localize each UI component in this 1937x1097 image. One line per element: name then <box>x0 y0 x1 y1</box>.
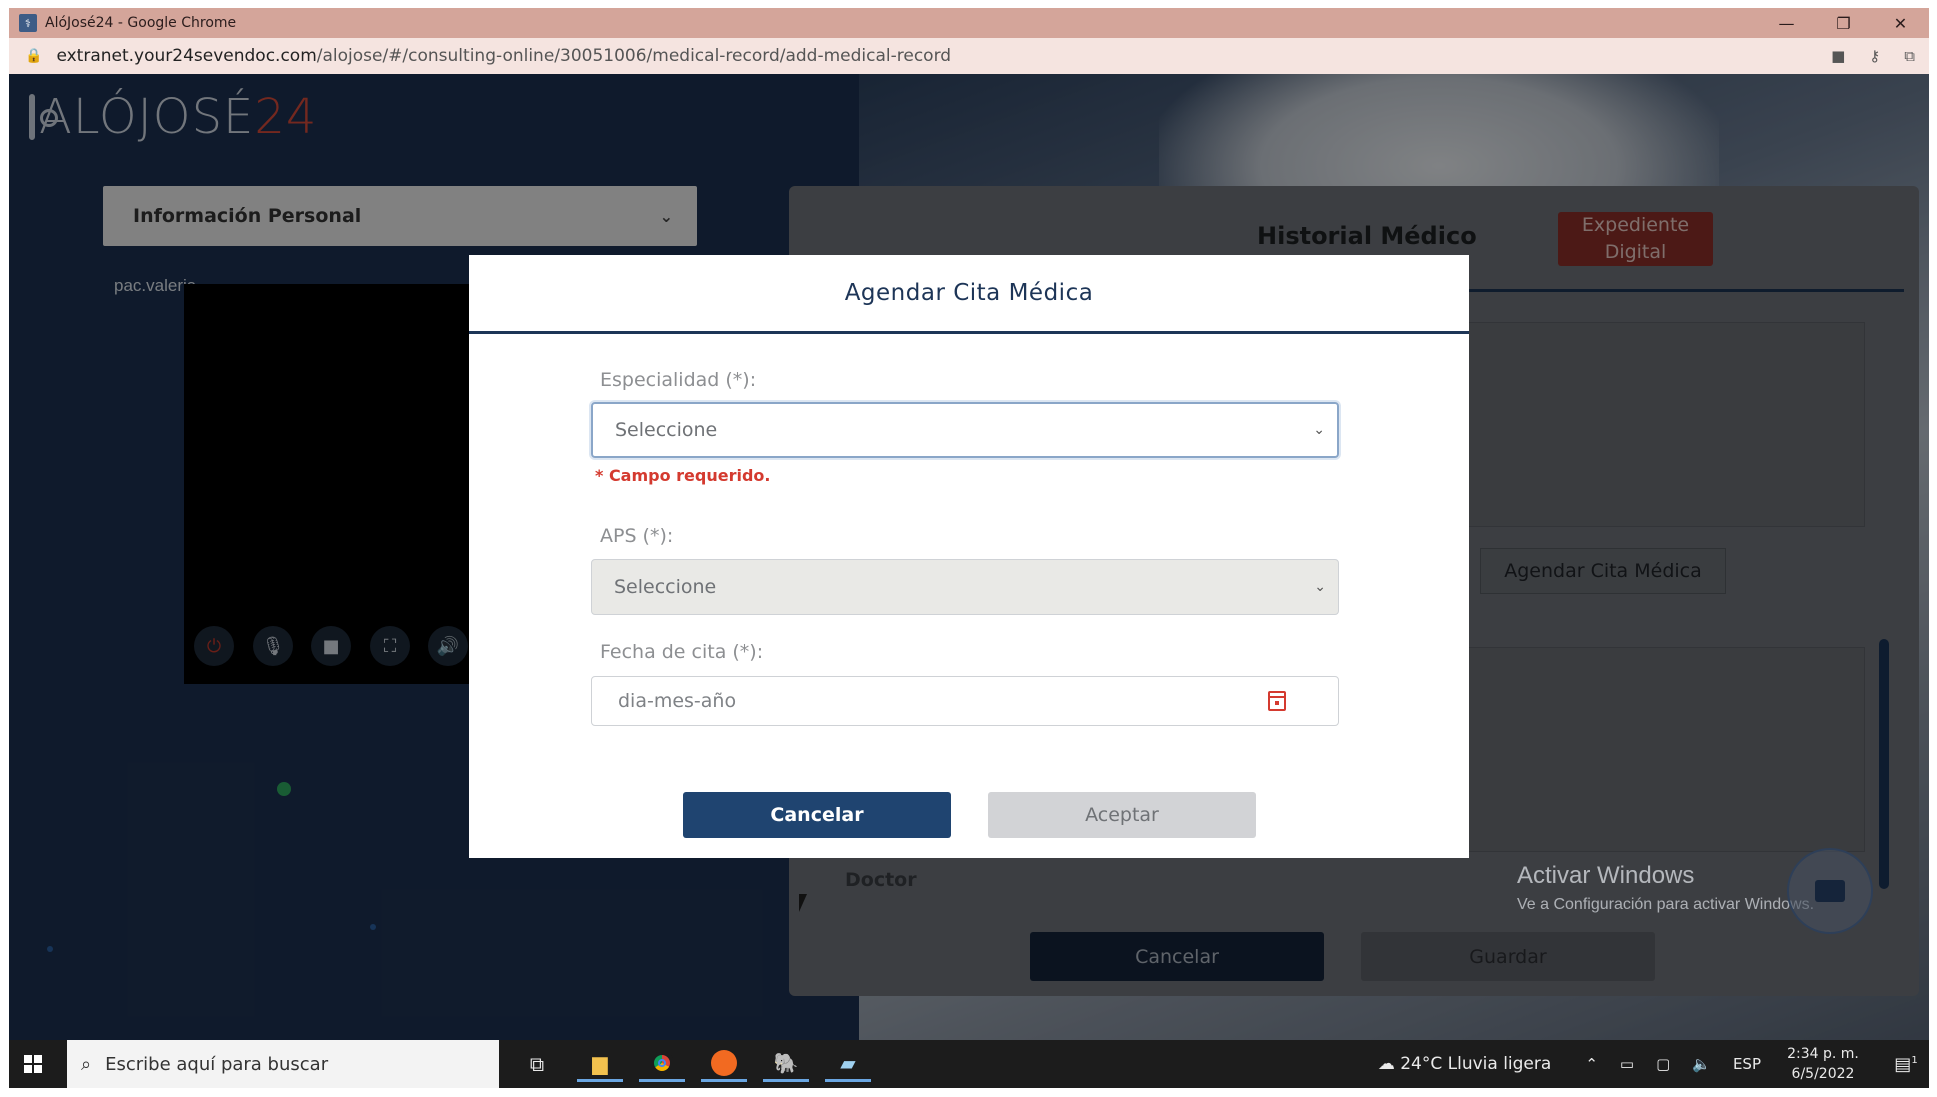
specialty-label: Especialidad (*): <box>600 369 757 391</box>
network-icon[interactable]: ▢ <box>1656 1055 1670 1073</box>
modal-cancel-button[interactable]: Cancelar <box>683 792 951 838</box>
weather-widget[interactable]: ☁ 24°C Lluvia ligera <box>1378 1054 1552 1074</box>
notifications-icon[interactable]: ▤1 <box>1883 1054 1929 1075</box>
activation-watermark-title: Activar Windows <box>1517 862 1695 889</box>
appointment-date-input[interactable]: dia-mes-año <box>591 676 1339 726</box>
chevron-down-icon: ⌄ <box>1313 422 1325 438</box>
volume-icon[interactable]: 🔈 <box>1692 1055 1711 1073</box>
mouse-cursor <box>799 894 807 912</box>
window-titlebar: ⚕ AlóJosé24 - Google Chrome — ❐ ✕ <box>9 8 1929 38</box>
windows-logo-icon <box>24 1055 42 1073</box>
url-host: extranet.your24sevendoc.com <box>56 46 317 66</box>
schedule-appointment-modal: Agendar Cita Médica Especialidad (*): Se… <box>469 255 1469 858</box>
clock[interactable]: 2:34 p. m. 6/5/2022 <box>1783 1044 1863 1084</box>
modal-accept-button[interactable]: Aceptar <box>988 792 1256 838</box>
taskbar-search[interactable]: ⌕ Escribe aquí para buscar <box>67 1040 499 1088</box>
lock-icon: 🔒 <box>25 48 43 64</box>
compass-app-icon[interactable] <box>701 1046 747 1082</box>
chat-icon <box>1815 880 1845 902</box>
aps-select[interactable]: Seleccione ⌄ <box>591 559 1339 615</box>
url-path: /alojose/#/consulting-online/30051006/me… <box>316 46 952 66</box>
tray-chevron-icon[interactable]: ⌃ <box>1585 1055 1598 1073</box>
translate-icon[interactable]: ⧉ <box>1904 47 1915 65</box>
file-explorer-icon[interactable]: ▆ <box>577 1046 623 1082</box>
database-app-icon[interactable]: 🐘 <box>763 1046 809 1082</box>
close-button[interactable]: ✕ <box>1872 8 1929 38</box>
address-bar[interactable]: 🔒 extranet.your24sevendoc.com /alojose/#… <box>9 38 1929 74</box>
battery-icon[interactable]: ▭ <box>1620 1055 1634 1073</box>
camera-icon[interactable]: ■ <box>1831 47 1845 65</box>
chevron-down-icon: ⌄ <box>1314 579 1326 595</box>
aps-label: APS (*): <box>600 525 674 547</box>
specialty-select[interactable]: Seleccione ⌄ <box>591 402 1339 458</box>
modal-title: Agendar Cita Médica <box>844 280 1094 306</box>
app-icon: ⚕ <box>19 14 37 32</box>
appointment-date-label: Fecha de cita (*): <box>600 641 764 663</box>
calendar-icon[interactable] <box>1268 691 1286 711</box>
notes-app-icon[interactable]: ▰ <box>825 1046 871 1082</box>
language-indicator[interactable]: ESP <box>1733 1055 1761 1073</box>
search-icon: ⌕ <box>81 1053 92 1075</box>
chat-button[interactable] <box>1787 848 1873 934</box>
modal-divider <box>469 331 1469 334</box>
minimize-button[interactable]: — <box>1758 8 1815 38</box>
system-tray: ☁ 24°C Lluvia ligera ⌃ ▭ ▢ 🔈 ESP 2:34 p.… <box>1378 1040 1929 1088</box>
window-title: AlóJosé24 - Google Chrome <box>45 15 237 31</box>
start-button[interactable] <box>9 1040 57 1088</box>
windows-taskbar: ⌕ Escribe aquí para buscar ⧉ ▆ 🐘 ▰ ☁ 24°… <box>9 1040 1929 1088</box>
restore-button[interactable]: ❐ <box>1815 8 1872 38</box>
required-field-error: * Campo requerido. <box>595 466 771 485</box>
key-icon[interactable]: ⚷ <box>1869 47 1880 65</box>
chrome-icon[interactable] <box>639 1046 685 1082</box>
activation-watermark-text: Ve a Configuración para activar Windows. <box>1517 896 1815 913</box>
task-view-icon[interactable]: ⧉ <box>514 1046 560 1082</box>
